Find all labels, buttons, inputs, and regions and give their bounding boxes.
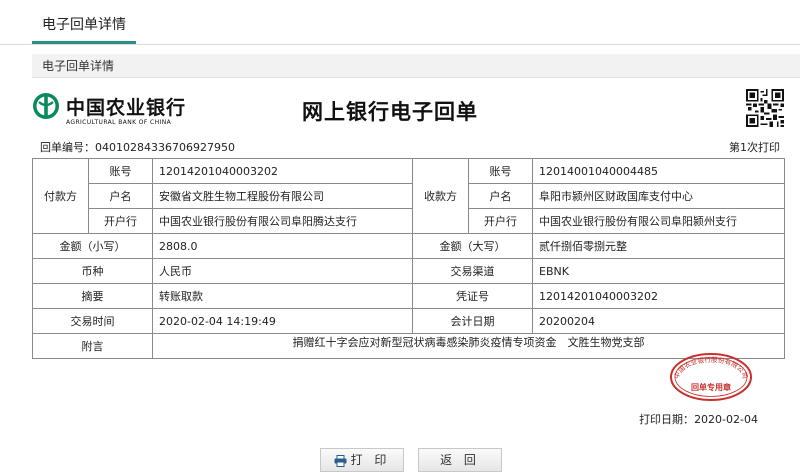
back-button[interactable]: 返 回 bbox=[418, 448, 502, 472]
table-row: 开户行 中国农业银行股份有限公司阜阳腾达支行 开户行 中国农业银行股份有限公司阜… bbox=[33, 208, 785, 234]
table-row: 金额（小写） 2808.0 金额（大写） 贰仟捌佰零捌元整 bbox=[32, 233, 785, 259]
print-button[interactable]: 打 印 bbox=[320, 448, 404, 472]
payee-bank-label: 开户行 bbox=[468, 208, 533, 234]
payee-name-label: 户名 bbox=[468, 183, 533, 209]
payee-name: 阜阳市颍州区财政国库支付中心 bbox=[532, 183, 785, 209]
payer-account-label: 账号 bbox=[88, 158, 153, 184]
section-header: 电子回单详情 bbox=[32, 54, 800, 78]
tab-bar: 电子回单详情 bbox=[0, 0, 800, 45]
table-row: 户名 安徽省文胜生物工程股份有限公司 户名 阜阳市颍州区财政国库支付中心 bbox=[33, 183, 785, 209]
payee-account-label: 账号 bbox=[468, 158, 533, 184]
abc-logo-icon bbox=[33, 93, 59, 119]
bank-name-cn: 中国农业银行 bbox=[66, 97, 187, 119]
payer-name-label: 户名 bbox=[88, 183, 153, 209]
payer-bank-label: 开户行 bbox=[88, 208, 153, 234]
qr-code-icon bbox=[746, 89, 784, 127]
accounting-date-label: 会计日期 bbox=[412, 308, 533, 334]
currency-label: 币种 bbox=[32, 258, 153, 284]
voucher: 12014201040003202 bbox=[532, 283, 785, 309]
document-title: 网上银行电子回单 bbox=[302, 100, 478, 124]
payee-bank: 中国农业银行股份有限公司阜阳颍州支行 bbox=[532, 208, 785, 234]
bank-name-en: AGRICULTURAL BANK OF CHINA bbox=[66, 119, 172, 126]
bank-logo: 中国农业银行 AGRICULTURAL BANK OF CHINA bbox=[32, 90, 192, 134]
amount-small-label: 金额（小写） bbox=[32, 233, 153, 259]
payee-section-label: 收款方 bbox=[412, 158, 469, 234]
printer-icon bbox=[334, 454, 347, 467]
payer-section-label: 付款方 bbox=[32, 158, 89, 234]
voucher-label: 凭证号 bbox=[412, 283, 533, 309]
stamp-org-text: 中国农业银行股份有限公司 bbox=[672, 355, 749, 380]
accounting-date: 20200204 bbox=[532, 308, 785, 334]
payer-account: 12014201040003202 bbox=[152, 158, 413, 184]
channel-label: 交易渠道 bbox=[412, 258, 533, 284]
payee-account: 12014001040004485 bbox=[532, 158, 785, 184]
receipt-number: 回单编号：04010284336706927950 bbox=[40, 141, 235, 154]
table-row: 摘要 转账取款 凭证号 12014201040003202 bbox=[32, 283, 785, 309]
svg-text:中国农业银行股份有限公司: 中国农业银行股份有限公司 bbox=[672, 355, 749, 380]
receipt-table: 付款方 账号 12014201040003202 收款方 账号 12014001… bbox=[32, 158, 785, 359]
print-date: 打印日期：2020-02-04 bbox=[639, 413, 758, 426]
seal-stamp-icon: 中国农业银行股份有限公司 回单专用章 bbox=[670, 353, 752, 401]
transaction-time: 2020-02-04 14:19:49 bbox=[152, 308, 413, 334]
channel: EBNK bbox=[532, 258, 785, 284]
summary: 转账取款 bbox=[152, 283, 413, 309]
amount-big: 贰仟捌佰零捌元整 bbox=[532, 233, 785, 259]
table-row: 交易时间 2020-02-04 14:19:49 会计日期 20200204 bbox=[32, 308, 785, 334]
stamp-text: 回单专用章 bbox=[691, 382, 731, 392]
payer-bank: 中国农业银行股份有限公司阜阳腾达支行 bbox=[152, 208, 413, 234]
tab-receipt-detail[interactable]: 电子回单详情 bbox=[32, 12, 136, 44]
table-row: 付款方 账号 12014201040003202 收款方 账号 12014001… bbox=[32, 158, 785, 234]
table-row: 币种 人民币 交易渠道 EBNK bbox=[32, 258, 785, 284]
payer-name: 安徽省文胜生物工程股份有限公司 bbox=[152, 183, 413, 209]
currency: 人民币 bbox=[152, 258, 413, 284]
amount-big-label: 金额（大写） bbox=[412, 233, 533, 259]
memo-label: 附言 bbox=[32, 333, 153, 359]
amount-small: 2808.0 bbox=[152, 233, 413, 259]
time-label: 交易时间 bbox=[32, 308, 153, 334]
summary-label: 摘要 bbox=[32, 283, 153, 309]
print-count: 第1次打印 bbox=[729, 141, 780, 154]
